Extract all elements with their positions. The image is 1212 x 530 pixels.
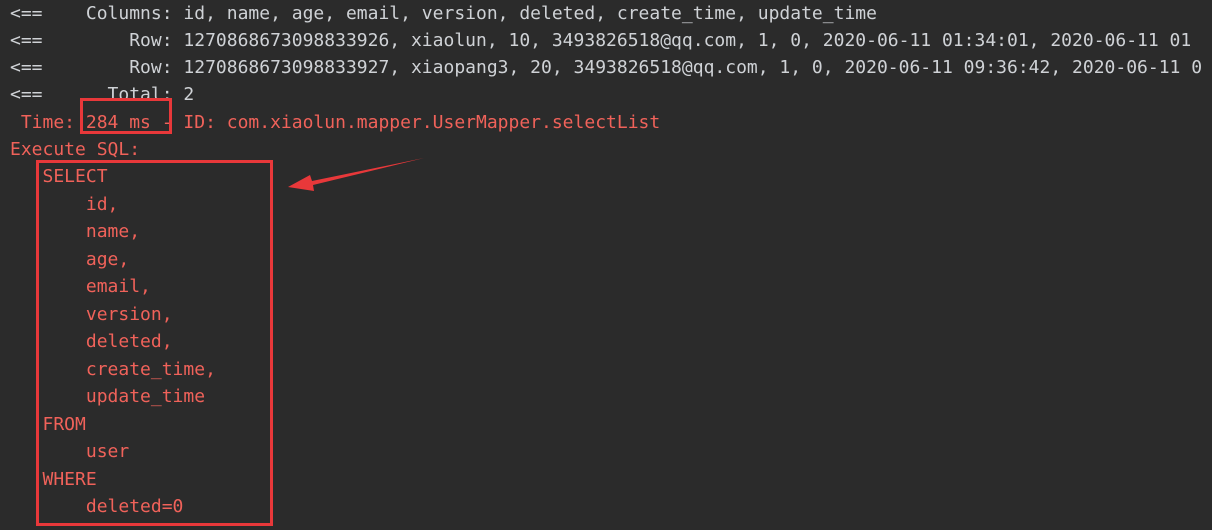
console-output: <== Columns: id, name, age, email, versi… [0, 0, 1212, 530]
annotation-arrow-icon [288, 158, 424, 191]
